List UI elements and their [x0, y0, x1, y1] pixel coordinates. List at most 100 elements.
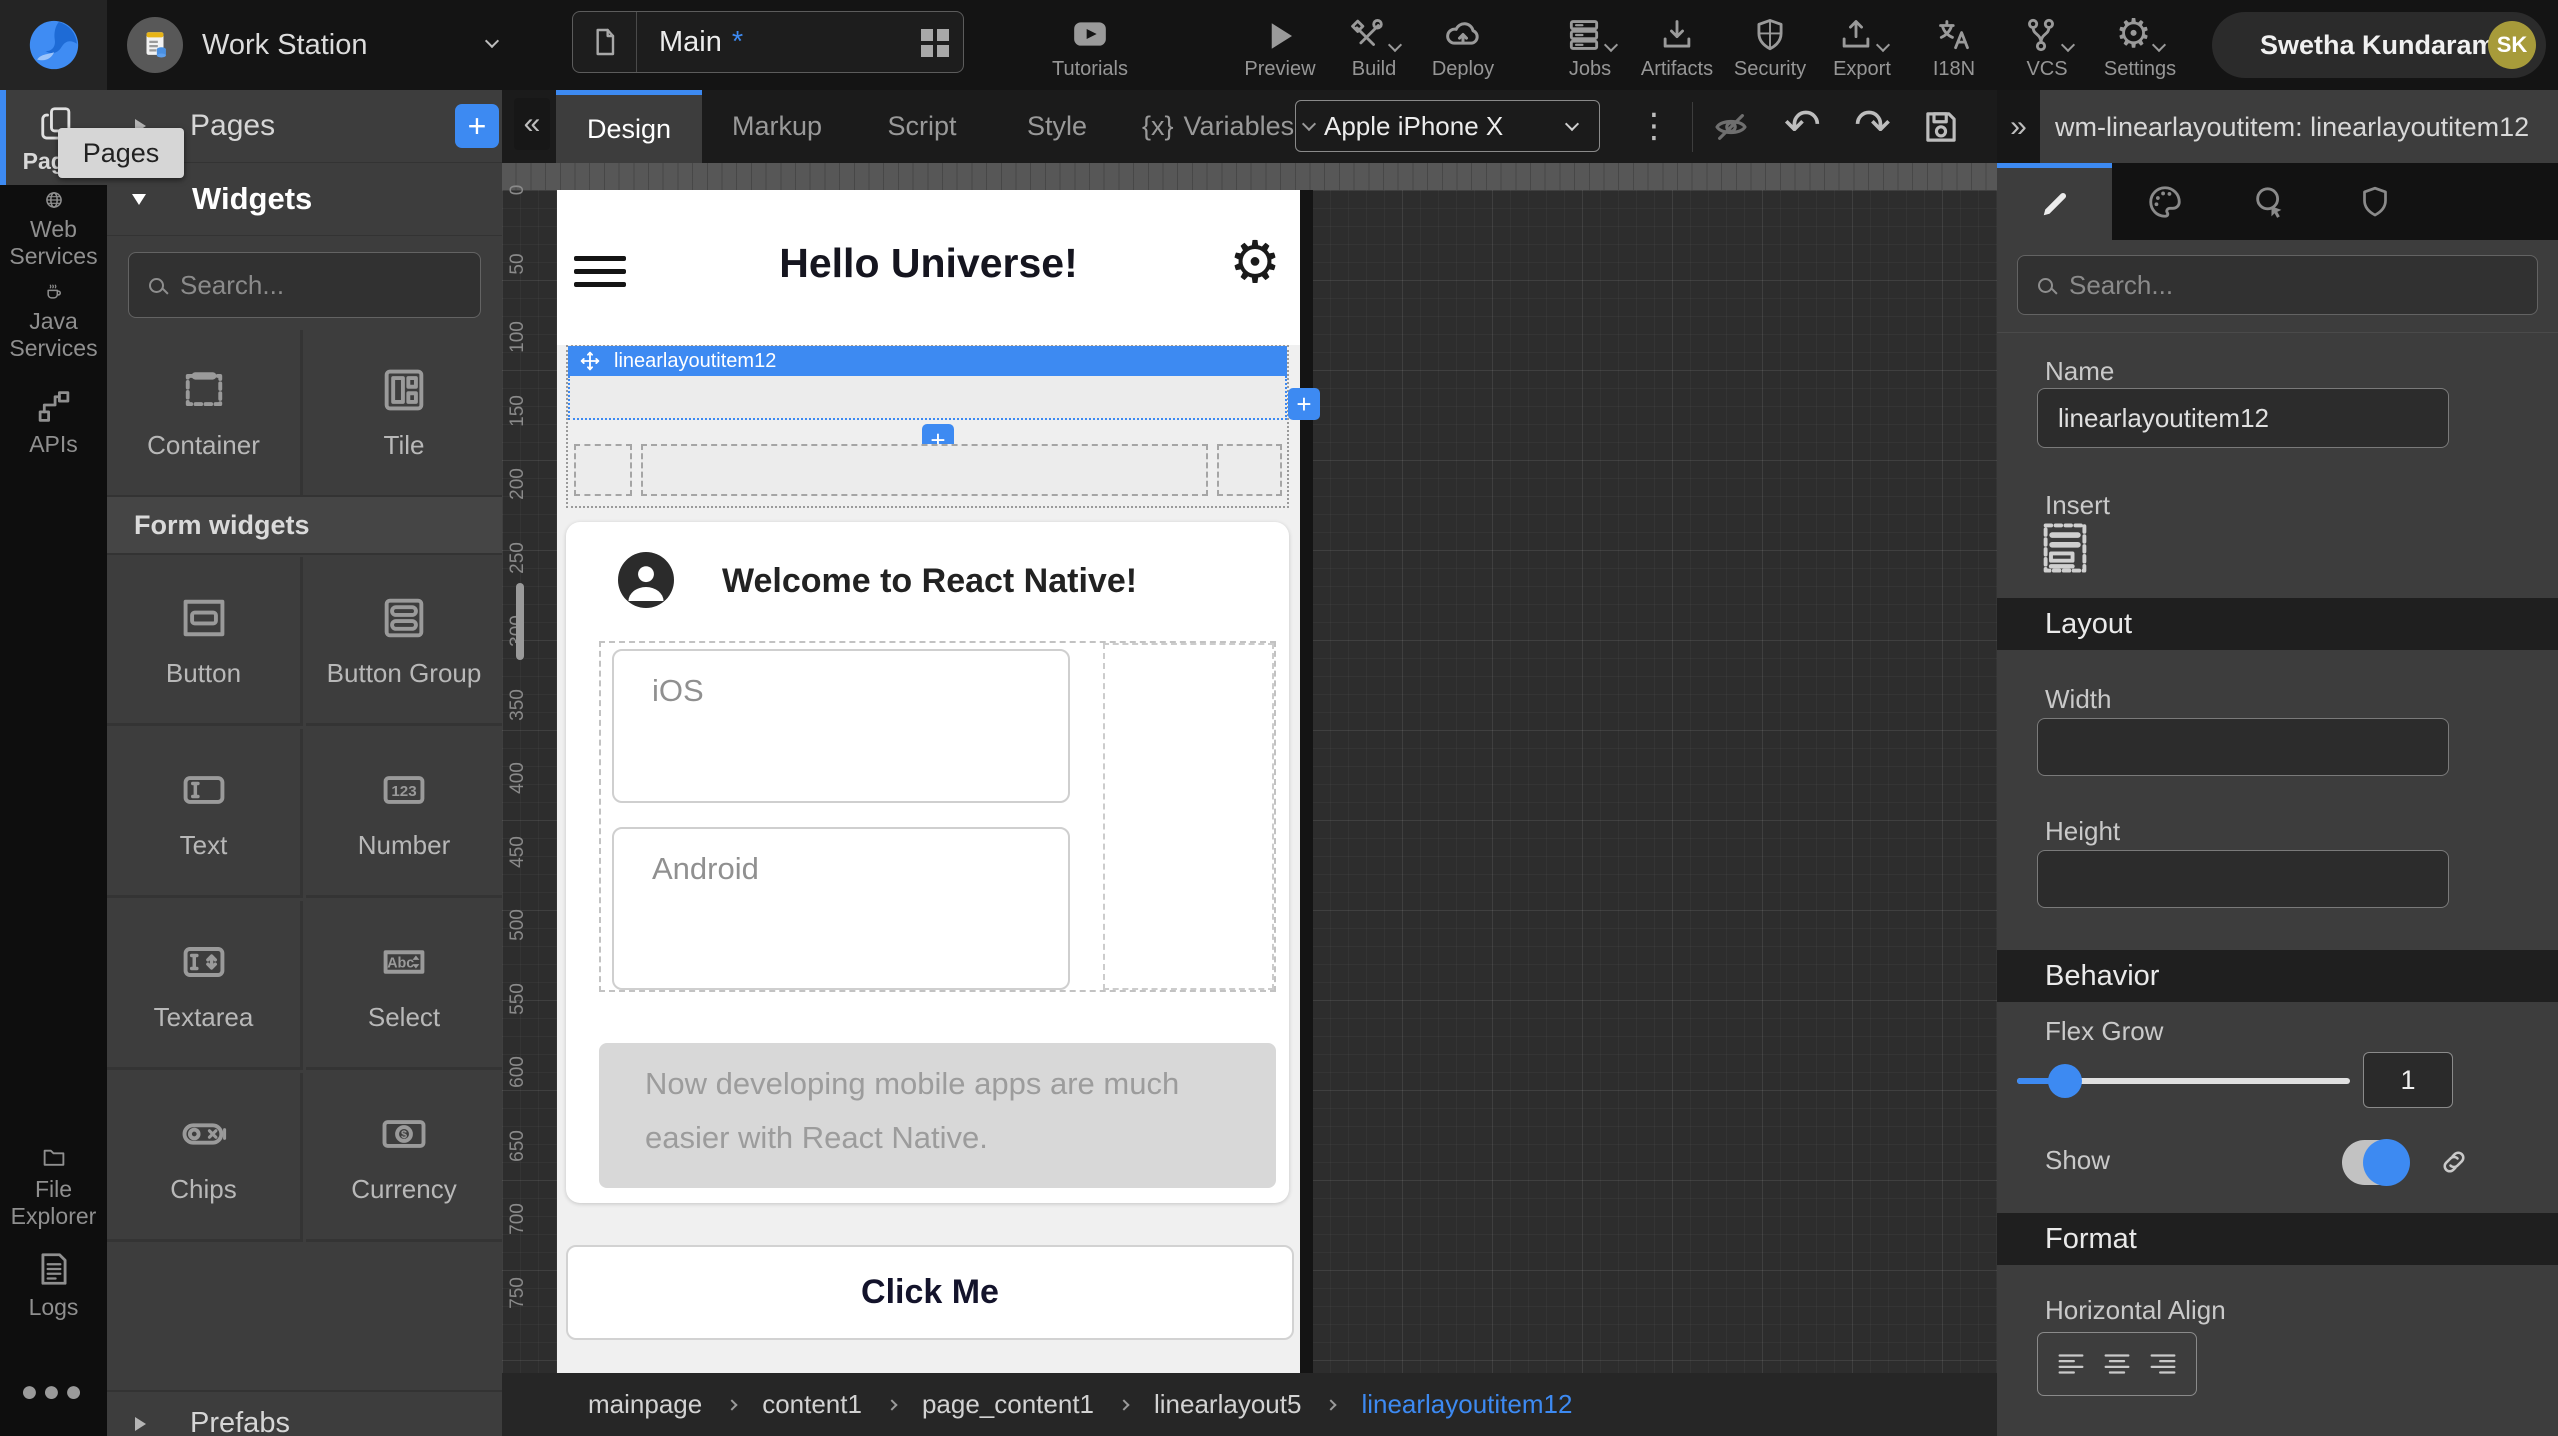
- text-widget-icon: [178, 764, 230, 816]
- search-icon: [149, 278, 164, 293]
- tab-style[interactable]: Style: [992, 90, 1122, 163]
- layout-section-header[interactable]: Layout: [1997, 598, 2558, 650]
- add-page-button[interactable]: +: [455, 104, 499, 148]
- topbar-action-deploy[interactable]: Deploy: [1403, 10, 1523, 81]
- jobs-chevron-icon: [1603, 38, 1617, 52]
- rail-item-apis[interactable]: APIs: [0, 388, 107, 458]
- selection-label-bar[interactable]: linearlayoutitem12: [568, 346, 1287, 376]
- placeholder-cell-left[interactable]: [574, 444, 632, 496]
- align-center-icon[interactable]: [2100, 1347, 2134, 1381]
- project-name[interactable]: Work Station: [202, 29, 367, 62]
- mobile-navbar: Hello Universe! ⚙: [557, 190, 1300, 345]
- bind-link-icon[interactable]: [2437, 1145, 2471, 1179]
- align-right-icon[interactable]: [2146, 1347, 2180, 1381]
- tab-styles[interactable]: [2112, 163, 2217, 240]
- collapse-right-panel-button[interactable]: »: [1997, 90, 2040, 163]
- android-box[interactable]: Android: [612, 827, 1070, 990]
- undo-icon[interactable]: ↶: [1784, 100, 1821, 151]
- container-widget-icon: [178, 364, 230, 416]
- right-dashed-column[interactable]: [1103, 643, 1274, 990]
- align-left-icon[interactable]: [2054, 1347, 2088, 1381]
- i18n-translate-icon: [1935, 16, 1973, 54]
- device-select[interactable]: Apple iPhone X: [1295, 100, 1600, 152]
- vcs-chevron-icon: [2060, 38, 2074, 52]
- widget-tile-text[interactable]: Text: [107, 729, 303, 898]
- widget-tile-button-group[interactable]: Button Group: [306, 557, 502, 726]
- api-nodes-icon: [35, 388, 73, 425]
- prefabs-collapse-triangle-icon: [135, 1417, 146, 1431]
- breadcrumb-item-page-content1[interactable]: page_content1: [922, 1389, 1094, 1420]
- message-box[interactable]: Now developing mobile apps are much easi…: [599, 1043, 1276, 1188]
- project-chevron-down-icon[interactable]: [485, 34, 499, 48]
- breadcrumb-item-linearlayoutitem12[interactable]: linearlayoutitem12: [1361, 1389, 1572, 1420]
- width-input[interactable]: [2037, 718, 2449, 776]
- breadcrumb-item-mainpage[interactable]: mainpage: [588, 1389, 702, 1420]
- format-section-header[interactable]: Format: [1997, 1213, 2558, 1265]
- artifacts-icon: [1658, 16, 1696, 54]
- tab-security[interactable]: [2322, 163, 2427, 240]
- device-select-value: Apple iPhone X: [1324, 111, 1503, 142]
- widget-tile-button[interactable]: Button: [107, 557, 303, 726]
- ios-box[interactable]: iOS: [612, 649, 1070, 803]
- chips-widget-icon: [178, 1108, 230, 1160]
- rail-item-web-services[interactable]: Web Services: [0, 190, 107, 270]
- widget-tile-chips[interactable]: Chips: [107, 1073, 303, 1242]
- flex-grow-slider-thumb[interactable]: [2048, 1064, 2082, 1098]
- left-panel: Pages + Widgets Container Tile Form widg…: [107, 90, 502, 1436]
- preview-eye-off-icon[interactable]: [1710, 106, 1752, 148]
- tab-events[interactable]: [2217, 163, 2322, 240]
- topbar-action-tutorials[interactable]: Tutorials: [1030, 10, 1150, 81]
- move-handle-icon[interactable]: [580, 351, 600, 371]
- insert-right-plus-button[interactable]: +: [1288, 388, 1320, 420]
- tab-design[interactable]: Design: [556, 90, 702, 163]
- rail-item-java-services[interactable]: Java Services: [0, 282, 107, 362]
- properties-search-input[interactable]: [2069, 270, 2499, 301]
- left-rail: Pages Web Services Java Services APIs Fi…: [0, 90, 107, 1436]
- breadcrumb-item-content1[interactable]: content1: [762, 1389, 862, 1420]
- message-line2: easier with React Native.: [645, 1111, 1179, 1165]
- redo-icon[interactable]: ↷: [1854, 100, 1891, 151]
- show-toggle[interactable]: [2342, 1140, 2408, 1185]
- widget-tile-container[interactable]: Container: [107, 330, 303, 495]
- behavior-section-header[interactable]: Behavior: [1997, 950, 2558, 1002]
- placeholder-cell-right[interactable]: [1217, 444, 1282, 496]
- rail-item-logs[interactable]: Logs: [0, 1250, 107, 1328]
- jobs-icon: [1565, 16, 1603, 54]
- widget-search-input[interactable]: [180, 270, 450, 301]
- widget-tile-currency[interactable]: $ Currency: [306, 1073, 502, 1242]
- widget-search-box[interactable]: [128, 252, 481, 318]
- topbar-action-settings[interactable]: ⚙ Settings: [2080, 10, 2200, 81]
- flex-grow-slider-track[interactable]: [2017, 1078, 2350, 1084]
- canvas-vertical-scrollbar[interactable]: [516, 583, 524, 660]
- variables-menu[interactable]: {x} Variables: [1142, 90, 1314, 163]
- placeholder-cell-center[interactable]: [641, 444, 1208, 496]
- mobile-settings-gear-icon[interactable]: ⚙: [1229, 228, 1281, 296]
- user-menu[interactable]: Swetha Kundaram SK: [2212, 12, 2546, 78]
- name-label: Name: [2045, 356, 2114, 387]
- page-tab-main[interactable]: Main *: [572, 11, 964, 73]
- name-input[interactable]: [2037, 388, 2449, 448]
- wavemaker-logo[interactable]: [0, 0, 107, 90]
- collapse-left-panel-button[interactable]: «: [514, 98, 550, 150]
- widget-tile-textarea[interactable]: Textarea: [107, 901, 303, 1070]
- height-input[interactable]: [2037, 850, 2449, 908]
- widget-tile-select[interactable]: Abc Select: [306, 901, 502, 1070]
- page-grid-icon[interactable]: [921, 29, 949, 57]
- export-icon: [1837, 16, 1875, 54]
- breadcrumb-item-linearlayout5[interactable]: linearlayout5: [1154, 1389, 1301, 1420]
- selected-linearlayoutitem-region[interactable]: [568, 376, 1287, 420]
- tab-properties[interactable]: [1997, 163, 2112, 240]
- save-icon[interactable]: [1920, 106, 1962, 148]
- widget-tile-tile[interactable]: Tile: [306, 330, 502, 495]
- kebab-menu-icon[interactable]: ⋮: [1637, 102, 1671, 150]
- widget-tile-number[interactable]: 123 Number: [306, 729, 502, 898]
- insert-linearlayoutitem-icon[interactable]: [2039, 520, 2091, 576]
- rail-item-file-explorer[interactable]: File Explorer: [0, 1145, 107, 1230]
- prefabs-section-header[interactable]: Prefabs +: [107, 1390, 502, 1436]
- tab-markup[interactable]: Markup: [702, 90, 852, 163]
- properties-search-box[interactable]: [2017, 255, 2538, 315]
- flex-grow-value[interactable]: 1: [2363, 1052, 2453, 1108]
- tab-script[interactable]: Script: [852, 90, 992, 163]
- rail-more-ellipsis[interactable]: ●●●: [0, 1375, 107, 1409]
- click-me-button[interactable]: Click Me: [566, 1245, 1294, 1340]
